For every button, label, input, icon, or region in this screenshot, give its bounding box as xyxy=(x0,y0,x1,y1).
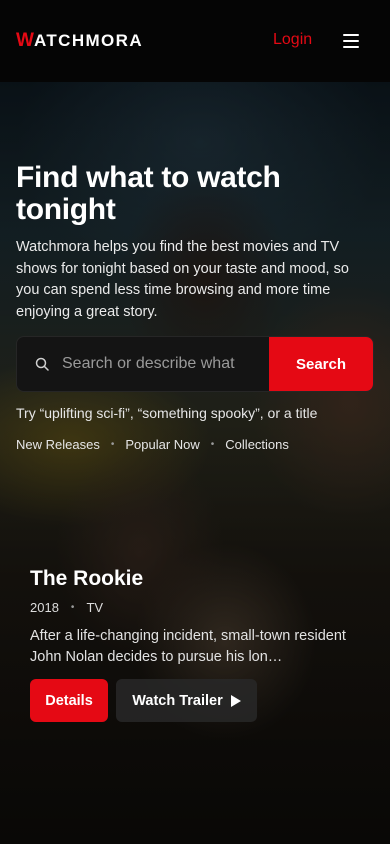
featured-title: The Rookie xyxy=(30,567,144,590)
search-input[interactable] xyxy=(62,355,269,373)
watch-trailer-label: Watch Trailer xyxy=(132,692,223,709)
featured-type: TV xyxy=(86,600,104,615)
logo-mark: W xyxy=(16,30,34,51)
site-header: W ATCHMORA Login xyxy=(0,0,390,82)
quick-link-collections[interactable]: Collections xyxy=(225,437,289,452)
watchmora-logo[interactable]: W ATCHMORA xyxy=(16,30,143,52)
details-button[interactable]: Details xyxy=(30,679,108,722)
hero-title: Find what to watch tonight xyxy=(16,161,281,226)
menu-bar xyxy=(343,34,359,36)
featured-meta: 2018 • TV xyxy=(30,600,103,615)
quick-link-popular-now[interactable]: Popular Now xyxy=(125,437,199,452)
search-bar: Search xyxy=(16,336,374,392)
login-link[interactable]: Login xyxy=(273,31,312,49)
search-field[interactable] xyxy=(17,337,269,391)
watch-trailer-button[interactable]: Watch Trailer xyxy=(116,679,257,722)
quick-links: New Releases • Popular Now • Collections xyxy=(16,437,289,452)
separator-dot: • xyxy=(110,439,115,450)
featured-description: After a life-changing incident, small-to… xyxy=(30,628,346,665)
separator-dot: • xyxy=(70,602,75,613)
search-button[interactable]: Search xyxy=(269,337,373,391)
menu-bar xyxy=(343,40,359,42)
search-hint: Try “uplifting sci-fi”, “something spook… xyxy=(16,405,318,421)
hero-description: Watchmora helps you find the best movies… xyxy=(16,239,349,320)
hamburger-menu-icon[interactable] xyxy=(343,34,359,48)
separator-dot: • xyxy=(210,439,215,450)
quick-link-new-releases[interactable]: New Releases xyxy=(16,437,100,452)
logo-wordmark: ATCHMORA xyxy=(33,31,144,50)
menu-bar xyxy=(343,46,359,48)
search-icon xyxy=(35,357,49,371)
featured-year: 2018 xyxy=(30,600,59,615)
play-icon xyxy=(230,694,241,707)
